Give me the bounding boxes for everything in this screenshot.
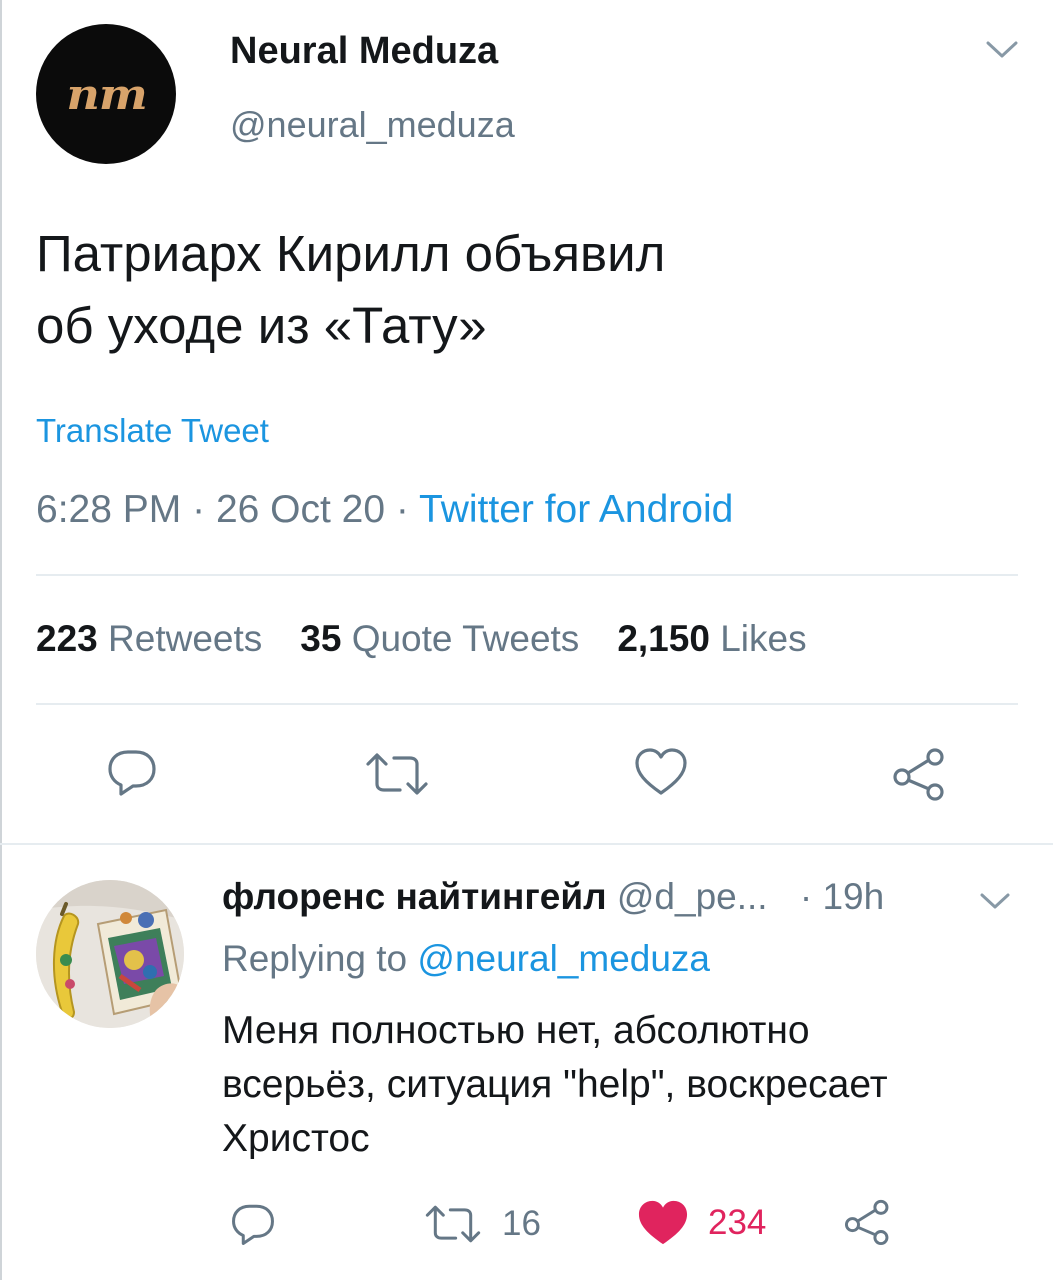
- replying-to: Replying to @neural_meduza: [222, 938, 710, 980]
- retweets-count: 223: [36, 618, 98, 659]
- divider: [36, 703, 1018, 705]
- share-icon: [844, 1199, 889, 1246]
- reply-author-avatar[interactable]: [36, 880, 184, 1028]
- reply-text-line: всерьёз, ситуация "help", воскресает: [222, 1063, 888, 1106]
- replying-to-mention[interactable]: @neural_meduza: [417, 938, 710, 979]
- avatar-photo: [36, 880, 184, 1028]
- reply-like-count: 234: [708, 1203, 767, 1242]
- section-separator: [0, 843, 1053, 845]
- likes-stat[interactable]: 2,150 Likes: [617, 618, 806, 659]
- quotes-label: Quote Tweets: [351, 618, 580, 659]
- likes-count: 2,150: [617, 618, 710, 659]
- reply-text: Меня полностью нет, абсолютно всерьёз, с…: [222, 1004, 1022, 1166]
- reply-text-line: Меня полностью нет, абсолютно: [222, 1009, 810, 1052]
- reply-age: · 19h: [799, 876, 885, 917]
- reply-text-line: Христос: [222, 1117, 370, 1160]
- tweet-date: 26 Oct 20: [215, 488, 386, 531]
- tweet-text: Патриарх Кирилл объявил об уходе из «Тат…: [36, 218, 996, 362]
- reply-author-handle[interactable]: @d_pe...: [617, 876, 768, 917]
- meta-separator: ·: [395, 488, 409, 531]
- quotes-count: 35: [300, 618, 342, 659]
- reply-author-name[interactable]: флоренс найтингейл: [222, 876, 607, 917]
- retweet-icon: [366, 753, 428, 795]
- avatar-logo-text: nm: [65, 69, 147, 119]
- quote-tweets-stat[interactable]: 35 Quote Tweets: [300, 618, 579, 659]
- reply-button[interactable]: [104, 744, 160, 800]
- comment-bubble-icon: [232, 1204, 274, 1245]
- reply-like-button[interactable]: 234: [636, 1198, 766, 1248]
- divider: [36, 574, 1018, 576]
- replying-to-label: Replying to: [222, 938, 408, 979]
- tweet-text-line: Патриарх Кирилл объявил: [36, 225, 666, 282]
- author-name[interactable]: Neural Meduza: [230, 30, 498, 73]
- retweet-button[interactable]: [362, 746, 432, 802]
- tweet-stats: 223 Retweets 35 Quote Tweets 2,150 Likes: [36, 618, 807, 660]
- reply-header: флоренс найтингейл @d_pe... · 19h: [222, 876, 884, 918]
- tweet-time: 6:28 PM: [36, 488, 182, 531]
- author-avatar[interactable]: nm: [36, 24, 176, 164]
- reply-share-button[interactable]: [842, 1196, 894, 1248]
- tweet-text-line: об уходе из «Тату»: [36, 297, 487, 354]
- author-handle[interactable]: @neural_meduza: [230, 104, 515, 146]
- share-button[interactable]: [890, 744, 950, 804]
- retweets-label: Retweets: [108, 618, 263, 659]
- chevron-down-icon[interactable]: [984, 38, 1020, 62]
- share-icon: [893, 748, 944, 801]
- retweet-icon: [425, 1205, 481, 1243]
- reply-retweet-button[interactable]: 16: [422, 1200, 541, 1248]
- reply-retweet-count: 16: [502, 1204, 541, 1243]
- likes-label: Likes: [720, 618, 807, 659]
- tweet-meta: 6:28 PM · 26 Oct 20 · Twitter for Androi…: [36, 488, 733, 532]
- tweet-source-link[interactable]: Twitter for Android: [419, 488, 733, 531]
- heart-icon: [638, 1200, 688, 1245]
- meta-separator: ·: [192, 488, 206, 531]
- heart-icon: [635, 748, 687, 795]
- window-left-border: [0, 0, 2, 1280]
- chevron-down-icon[interactable]: [978, 890, 1012, 912]
- reply-reply-button[interactable]: [228, 1200, 278, 1248]
- comment-bubble-icon: [108, 750, 156, 796]
- translate-tweet-link[interactable]: Translate Tweet: [36, 412, 269, 450]
- retweets-stat[interactable]: 223 Retweets: [36, 618, 262, 659]
- like-button[interactable]: [632, 744, 690, 800]
